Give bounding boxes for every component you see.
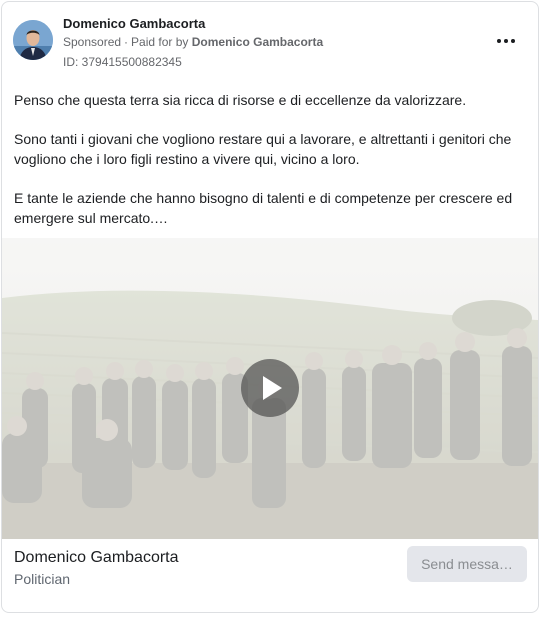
ad-card: Domenico Gambacorta Sponsored · Paid for b… [1,1,539,613]
play-triangle [263,376,282,400]
more-dot [511,39,515,43]
avatar-image [13,20,53,60]
send-message-button[interactable]: Send messa… [407,546,527,582]
paid-for-prefix: Paid for by [131,35,189,49]
post-paragraph: Sono tanti i giovani che vogliono restar… [14,131,512,167]
more-dot [497,39,501,43]
post-header: Domenico Gambacorta Sponsored · Paid for b… [2,2,538,78]
avatar[interactable] [13,20,53,60]
post-text: Penso che questa terra sia ricca di riso… [14,90,514,247]
ad-id: ID: 379415500882345 [63,55,182,69]
post-paragraph: Penso che questa terra sia ricca di riso… [14,92,467,108]
more-dot [504,39,508,43]
more-options-icon[interactable] [492,30,520,52]
sponsored-label: Sponsored [63,35,122,49]
page-category: Politician [14,571,71,587]
post-paragraph: E tante le aziende che hanno bisogno di … [14,190,513,226]
page-name[interactable]: Domenico Gambacorta [14,549,179,567]
ad-footer: Domenico Gambacorta Politician Send mess… [2,539,538,612]
separator-dot: · [124,35,129,49]
paid-for-name[interactable]: Domenico Gambacorta [192,35,323,49]
author-name[interactable]: Domenico Gambacorta [63,16,205,31]
play-icon[interactable] [241,359,299,417]
sponsored-line: Sponsored · Paid for by Domenico Gambacort… [63,35,323,49]
video-thumbnail[interactable] [2,238,538,539]
